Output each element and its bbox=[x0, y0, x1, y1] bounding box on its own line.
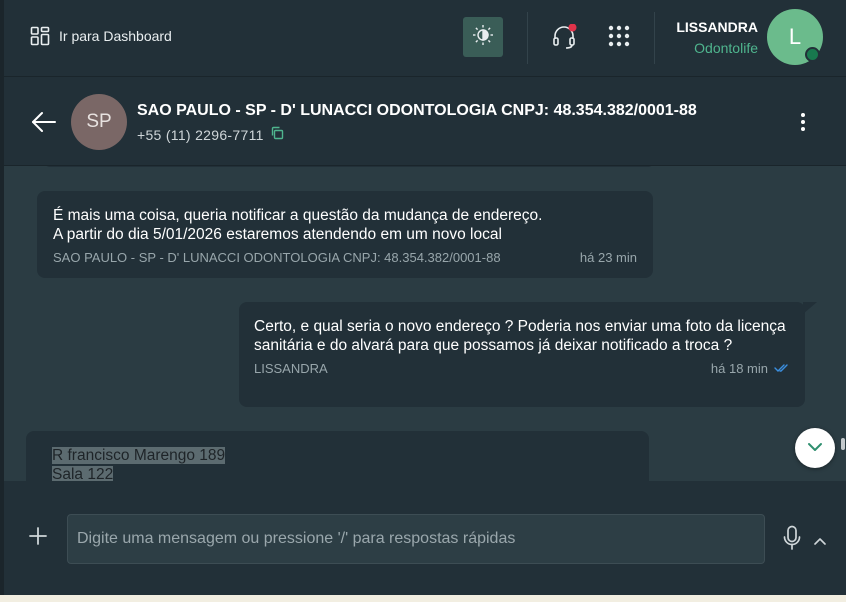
app: Ir para Dashboard LISSANDRA Odontolife L… bbox=[4, 0, 846, 595]
expand-composer-button[interactable] bbox=[814, 532, 826, 550]
bubble-tail bbox=[803, 302, 817, 314]
more-vertical-icon bbox=[800, 113, 806, 136]
message-sender: SAO PAULO - SP - D' LUNACCI ODONTOLOGIA … bbox=[53, 250, 501, 265]
divider bbox=[527, 12, 528, 64]
previous-message-fragment bbox=[44, 166, 654, 167]
apps-grid-icon bbox=[608, 25, 630, 51]
chevron-up-icon bbox=[814, 532, 826, 549]
user-name: LISSANDRA bbox=[676, 19, 758, 35]
scroll-to-bottom-button[interactable] bbox=[795, 428, 835, 468]
dashboard-icon bbox=[30, 26, 50, 46]
message-list[interactable]: É mais uma coisa, queria notificar a que… bbox=[4, 166, 846, 481]
selected-text: Sala 122 bbox=[52, 466, 114, 481]
message-time: há 18 min bbox=[710, 361, 768, 376]
message-incoming[interactable]: É mais uma coisa, queria notificar a que… bbox=[37, 191, 653, 278]
message-outgoing[interactable]: Certo, e qual seria o novo endereço ? Po… bbox=[239, 302, 817, 407]
message-incoming[interactable]: R francisco Marengo 189 Sala 122 bbox=[26, 431, 649, 481]
arrow-left-icon bbox=[31, 112, 57, 138]
contact-phone: +55 (11) 2296-7711 bbox=[137, 126, 264, 143]
message-meta: SAO PAULO - SP - D' LUNACCI ODONTOLOGIA … bbox=[53, 248, 637, 267]
theme-toggle-button[interactable] bbox=[463, 17, 503, 57]
message-line: Sala 122 bbox=[52, 465, 623, 481]
selected-text: R francisco Marengo 189 bbox=[52, 447, 226, 464]
scrollbar[interactable] bbox=[840, 166, 846, 481]
microphone-icon bbox=[783, 525, 801, 555]
divider bbox=[654, 12, 655, 64]
online-status-dot bbox=[805, 47, 820, 62]
plus-icon bbox=[29, 527, 47, 549]
message-sender: LISSANDRA bbox=[254, 361, 328, 376]
contact-name: SAO PAULO - SP - D' LUNACCI ODONTOLOGIA … bbox=[137, 102, 697, 119]
top-bar: Ir para Dashboard LISSANDRA Odontolife L bbox=[4, 0, 846, 77]
back-button[interactable] bbox=[31, 110, 57, 139]
scrollbar-thumb[interactable] bbox=[841, 438, 845, 450]
apps-menu-button[interactable] bbox=[608, 25, 630, 52]
message-input[interactable] bbox=[67, 514, 765, 564]
attach-button[interactable] bbox=[29, 527, 47, 550]
message-time-row: há 18 min bbox=[711, 359, 790, 378]
message-time: há 23 min bbox=[579, 250, 637, 265]
message-meta: LISSANDRA há 18 min bbox=[254, 359, 790, 378]
message-text: É mais uma coisa, queria notificar a que… bbox=[53, 207, 543, 243]
support-button[interactable] bbox=[552, 23, 578, 55]
copy-icon[interactable] bbox=[270, 126, 284, 143]
message-line: R francisco Marengo 189 bbox=[52, 446, 623, 465]
headset-icon bbox=[552, 23, 578, 54]
contact-avatar[interactable]: SP bbox=[71, 94, 127, 150]
dashboard-link[interactable]: Ir para Dashboard bbox=[30, 26, 172, 46]
voice-record-button[interactable] bbox=[783, 525, 801, 556]
theme-icon bbox=[472, 24, 494, 51]
dashboard-label: Ir para Dashboard bbox=[59, 28, 172, 44]
contact-phone-row: +55 (11) 2296-7711 bbox=[137, 126, 284, 143]
user-organization: Odontolife bbox=[694, 40, 758, 56]
double-check-icon bbox=[774, 359, 790, 378]
chat-header: SP SAO PAULO - SP - D' LUNACCI ODONTOLOG… bbox=[4, 78, 846, 166]
message-text: Certo, e qual seria o novo endereço ? Po… bbox=[254, 318, 786, 354]
message-composer bbox=[4, 481, 846, 595]
chat-options-button[interactable] bbox=[800, 112, 806, 137]
chevron-down-icon bbox=[807, 439, 823, 457]
